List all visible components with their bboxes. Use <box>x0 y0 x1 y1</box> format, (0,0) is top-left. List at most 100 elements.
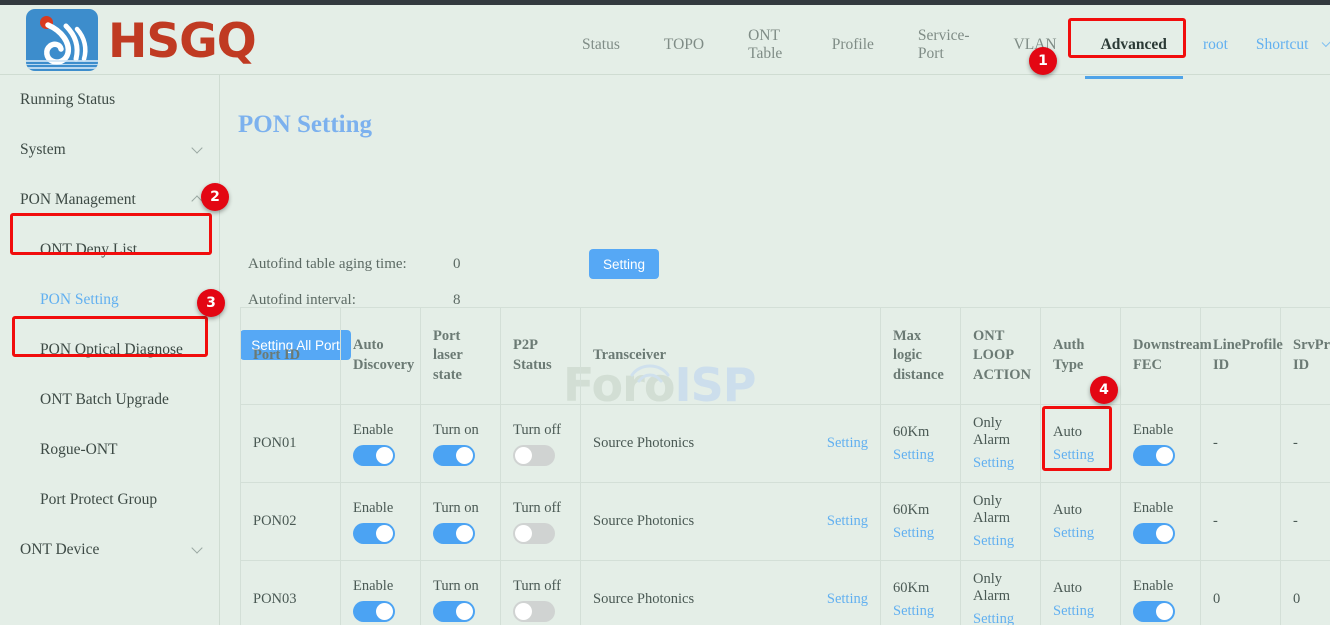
chevron-down-icon[interactable] <box>1322 37 1330 47</box>
topnav-item-service-port[interactable]: Service-Port <box>896 10 992 79</box>
col-max-logic-distance: Max logic distance <box>881 308 961 405</box>
max-distance-setting-link[interactable]: Setting <box>893 447 948 464</box>
topnav-item-profile[interactable]: Profile <box>810 10 896 79</box>
chevron-down-icon <box>191 542 202 553</box>
sidebar-item-pon-management[interactable]: PON Management <box>0 175 219 225</box>
app-window: HSGQ Status TOPO ONT Table Profile Servi… <box>0 0 1330 625</box>
cell-auth-type: Auto Setting <box>1041 561 1121 625</box>
col-line-profile-id: LineProfile ID <box>1201 308 1281 405</box>
main-content: PON Setting Autofind table aging time: 0… <box>220 75 1330 625</box>
cell-p2p-status: Turn off <box>501 483 581 561</box>
brand-logo[interactable]: HSGQ <box>26 9 256 71</box>
transceiver-setting-link[interactable]: Setting <box>827 591 868 608</box>
p2p-status-label: Turn off <box>513 578 568 595</box>
brand-name: HSGQ <box>108 18 256 65</box>
transceiver-text: Source Photonics <box>593 435 694 452</box>
pon-table-wrapper: Port ID Auto Discovery Port laser state … <box>240 307 1330 625</box>
cell-auto-discovery: Enable <box>341 405 421 483</box>
auto-discovery-label: Enable <box>353 578 408 595</box>
sidebar-item-system[interactable]: System <box>0 125 219 175</box>
p2p-status-toggle[interactable] <box>513 523 555 544</box>
sidebar-item-ont-deny-list[interactable]: ONT Deny List <box>0 225 219 275</box>
sidebar-item-running-status[interactable]: Running Status <box>0 75 219 125</box>
downstream-fec-toggle[interactable] <box>1133 445 1175 466</box>
topnav-item-ont-table[interactable]: ONT Table <box>726 10 810 79</box>
sidebar-item-port-protect-group[interactable]: Port Protect Group <box>0 475 219 525</box>
sidebar-label: ONT Deny List <box>40 241 201 259</box>
table-row: PON03 Enable Turn on <box>241 561 1330 625</box>
cell-auto-discovery: Enable <box>341 561 421 625</box>
cell-srv-pre-id: 0 <box>1281 561 1330 625</box>
cell-port-id: PON02 <box>241 483 341 561</box>
cell-p2p-status: Turn off <box>501 561 581 625</box>
p2p-status-toggle[interactable] <box>513 445 555 466</box>
page-title: PON Setting <box>238 111 372 139</box>
cell-max-logic-distance: 60Km Setting <box>881 561 961 625</box>
sidebar-item-ont-device[interactable]: ONT Device <box>0 525 219 575</box>
cell-downstream-fec: Enable <box>1121 405 1201 483</box>
sidebar-item-rogue-ont[interactable]: Rogue-ONT <box>0 425 219 475</box>
max-distance-text: 60Km <box>893 502 948 519</box>
auth-type-setting-link[interactable]: Setting <box>1053 525 1108 542</box>
table-header-row: Port ID Auto Discovery Port laser state … <box>241 308 1330 405</box>
auto-discovery-label: Enable <box>353 422 408 439</box>
max-distance-text: 60Km <box>893 424 948 441</box>
auto-discovery-label: Enable <box>353 500 408 517</box>
topnav-item-topo[interactable]: TOPO <box>642 10 726 79</box>
cell-srv-pre-id: - <box>1281 483 1330 561</box>
cell-max-logic-distance: 60Km Setting <box>881 405 961 483</box>
auth-type-setting-link[interactable]: Setting <box>1053 447 1108 464</box>
col-downstream-fec: Downstream FEC <box>1121 308 1201 405</box>
chevron-down-icon <box>191 142 202 153</box>
loop-action-setting-link[interactable]: Setting <box>973 533 1028 550</box>
cell-auth-type: Auto Setting <box>1041 483 1121 561</box>
cell-ont-loop-action: Only Alarm Setting <box>961 561 1041 625</box>
cell-auth-type: Auto Setting <box>1041 405 1121 483</box>
loop-action-setting-link[interactable]: Setting <box>973 611 1028 625</box>
max-distance-setting-link[interactable]: Setting <box>893 603 948 620</box>
table-row: PON02 Enable Turn on <box>241 483 1330 561</box>
annotation-badge-3: 3 <box>197 289 225 317</box>
p2p-status-toggle[interactable] <box>513 601 555 622</box>
loop-action-setting-link[interactable]: Setting <box>973 455 1028 472</box>
sidebar-label: ONT Batch Upgrade <box>40 391 201 409</box>
cell-transceiver: Source Photonics Setting <box>581 483 881 561</box>
port-laser-label: Turn on <box>433 578 488 595</box>
cell-auto-discovery: Enable <box>341 483 421 561</box>
setting-button[interactable]: Setting <box>589 249 659 279</box>
max-distance-setting-link[interactable]: Setting <box>893 525 948 542</box>
cell-max-logic-distance: 60Km Setting <box>881 483 961 561</box>
auto-discovery-toggle[interactable] <box>353 523 395 544</box>
cell-port-laser-state: Turn on <box>421 405 501 483</box>
cell-port-id: PON03 <box>241 561 341 625</box>
hsgq-logo-mark <box>26 9 98 71</box>
col-port-id: Port ID <box>241 308 341 405</box>
transceiver-setting-link[interactable]: Setting <box>827 435 868 452</box>
topnav-item-advanced[interactable]: Advanced <box>1079 10 1189 79</box>
sidebar-label: ONT Device <box>20 541 193 559</box>
sidebar-item-pon-setting[interactable]: PON Setting <box>0 275 219 325</box>
port-laser-toggle[interactable] <box>433 601 475 622</box>
autofind-aging-value: 0 <box>453 256 461 273</box>
sidebar-item-pon-optical-diagnose[interactable]: PON Optical Diagnose <box>0 325 219 375</box>
pon-settings-table: Port ID Auto Discovery Port laser state … <box>240 307 1330 625</box>
topnav-shortcut[interactable]: Shortcut <box>1242 10 1315 79</box>
transceiver-setting-link[interactable]: Setting <box>827 513 868 530</box>
port-laser-toggle[interactable] <box>433 523 475 544</box>
auth-type-setting-link[interactable]: Setting <box>1053 603 1108 620</box>
topnav-item-status[interactable]: Status <box>560 10 642 79</box>
port-laser-toggle[interactable] <box>433 445 475 466</box>
sidebar-item-ont-batch-upgrade[interactable]: ONT Batch Upgrade <box>0 375 219 425</box>
auto-discovery-toggle[interactable] <box>353 601 395 622</box>
cell-ont-loop-action: Only Alarm Setting <box>961 405 1041 483</box>
cell-port-laser-state: Turn on <box>421 483 501 561</box>
auto-discovery-toggle[interactable] <box>353 445 395 466</box>
p2p-status-label: Turn off <box>513 422 568 439</box>
autofind-aging-row: Autofind table aging time: 0 <box>248 256 461 273</box>
downstream-fec-toggle[interactable] <box>1133 601 1175 622</box>
topnav-user-root[interactable]: root <box>1189 10 1242 79</box>
sidebar-label: Port Protect Group <box>40 491 201 509</box>
downstream-fec-label: Enable <box>1133 500 1188 517</box>
port-laser-label: Turn on <box>433 500 488 517</box>
downstream-fec-toggle[interactable] <box>1133 523 1175 544</box>
